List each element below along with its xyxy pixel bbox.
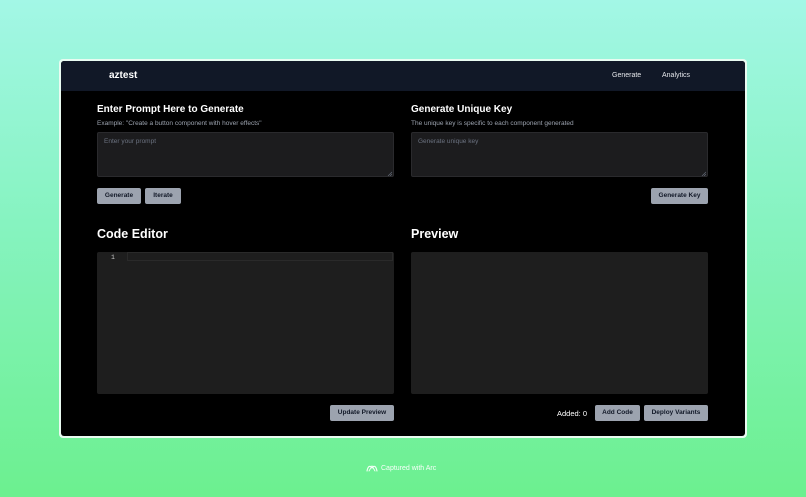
browser-window: aztest Generate Analytics Enter Prompt H… xyxy=(59,59,747,438)
editor-line-number: 1 xyxy=(111,254,115,261)
preview-title: Preview xyxy=(411,227,459,241)
deploy-variants-button[interactable]: Deploy Variants xyxy=(644,405,708,421)
prompt-section-title: Enter Prompt Here to Generate xyxy=(97,104,244,115)
editor-current-line xyxy=(127,252,393,261)
prompt-input[interactable] xyxy=(97,132,394,177)
prompt-hint: Example: "Create a button component with… xyxy=(97,120,262,127)
generate-key-button[interactable]: Generate Key xyxy=(651,188,708,204)
watermark: Captured with Arc xyxy=(366,462,436,474)
add-code-button[interactable]: Add Code xyxy=(595,405,640,421)
brand-logo[interactable]: aztest xyxy=(109,70,137,81)
generate-button[interactable]: Generate xyxy=(97,188,141,204)
app-root: aztest Generate Analytics Enter Prompt H… xyxy=(61,61,745,436)
nav-link-generate[interactable]: Generate xyxy=(612,72,641,79)
iterate-button[interactable]: Iterate xyxy=(145,188,181,204)
arc-logo-icon xyxy=(366,465,378,472)
key-section-title: Generate Unique Key xyxy=(411,104,513,115)
code-editor[interactable]: 1 xyxy=(97,252,394,394)
key-hint: The unique key is specific to each compo… xyxy=(411,120,574,127)
watermark-text: Captured with Arc xyxy=(381,464,437,472)
unique-key-input[interactable] xyxy=(411,132,708,177)
update-preview-button[interactable]: Update Preview xyxy=(330,405,394,421)
nav-link-analytics[interactable]: Analytics xyxy=(662,72,690,79)
preview-panel xyxy=(411,252,708,394)
code-editor-title: Code Editor xyxy=(97,227,168,241)
added-count: Added: 0 xyxy=(557,409,588,418)
navbar: aztest Generate Analytics xyxy=(61,61,745,91)
